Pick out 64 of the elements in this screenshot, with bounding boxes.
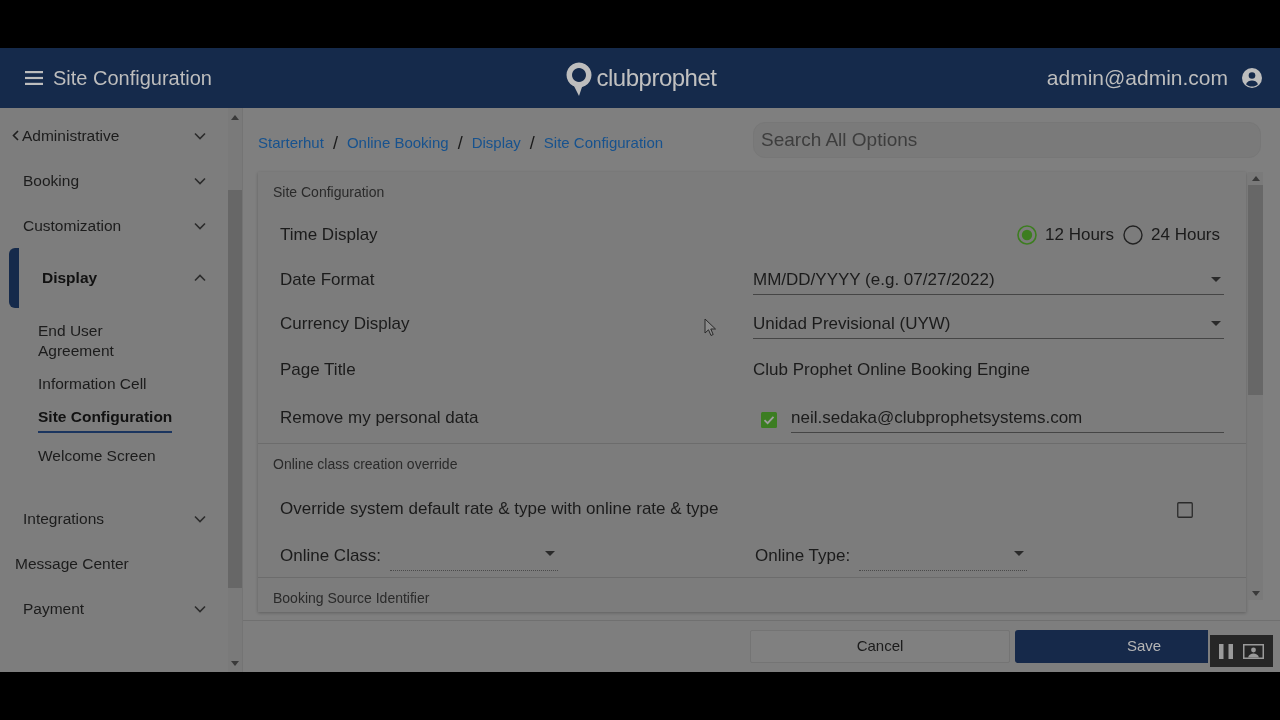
chevron-down-icon[interactable] (194, 176, 206, 185)
caret-icon[interactable] (1211, 321, 1221, 326)
field-label: Time Display (280, 224, 378, 247)
chevron-left-icon[interactable] (12, 130, 19, 141)
checkbox-icon[interactable] (761, 412, 777, 428)
radio-option[interactable]: 12 Hours (1017, 222, 1114, 248)
sidebar-item[interactable]: Display (0, 248, 228, 308)
radio-icon[interactable] (1123, 225, 1143, 245)
email-input-field[interactable]: neil.sedaka@clubprophetsystems.com (791, 403, 1224, 433)
sidebar-item[interactable]: Integrations (0, 496, 228, 541)
menu-icon[interactable] (25, 71, 43, 85)
select-field[interactable]: Unidad Previsional (UYW) (753, 309, 1224, 339)
sidebar-item[interactable]: Payment (0, 586, 228, 631)
picture-icon[interactable] (1243, 643, 1264, 659)
sidebar-subitem[interactable]: Information Cell (38, 374, 147, 394)
breadcrumb-separator: / (529, 131, 535, 155)
chevron-down-icon[interactable] (194, 221, 206, 230)
user-email[interactable]: admin@admin.com (1046, 62, 1228, 94)
scroll-up-arrow-icon[interactable] (231, 115, 239, 120)
sidebar-subitem[interactable]: End User Agreement (38, 321, 114, 361)
section-title: Online class creation override (273, 454, 458, 474)
chevron-down-icon[interactable] (194, 131, 206, 140)
sidebar-subitem[interactable]: Welcome Screen (38, 446, 156, 466)
caret-icon[interactable] (1014, 550, 1025, 556)
cancel-button[interactable]: Cancel (750, 630, 1010, 663)
breadcrumb-separator: / (457, 131, 463, 155)
scrollbar-thumb[interactable] (1248, 185, 1263, 395)
scroll-up-arrow-icon[interactable] (1251, 176, 1260, 181)
pause-icon[interactable] (1219, 643, 1233, 659)
field-label: Remove my personal data (280, 407, 479, 430)
field-label: Page Title (280, 358, 356, 381)
sidebar-item[interactable]: Customization (0, 203, 228, 248)
radio-option[interactable]: 24 Hours (1123, 222, 1220, 248)
field-label: Date Format (280, 269, 375, 292)
mouse-cursor-icon (704, 318, 717, 337)
section-title: Booking Source Identifier (273, 588, 430, 608)
scrollbar-thumb[interactable] (228, 190, 242, 588)
chevron-down-icon[interactable] (194, 604, 206, 613)
field-label: Online Type: (755, 544, 851, 567)
scroll-down-arrow-icon[interactable] (1251, 591, 1260, 596)
active-indicator (9, 248, 19, 308)
select-field[interactable]: MM/DD/YYYY (e.g. 07/27/2022) (753, 265, 1224, 295)
field-label: Online Class: (280, 544, 382, 567)
page-heading: Site Configuration (53, 66, 212, 91)
chevron-up-icon[interactable] (194, 274, 206, 282)
chevron-down-icon[interactable] (194, 514, 206, 523)
search-field[interactable]: Search All Options (753, 122, 1261, 158)
sidebar-item[interactable]: Message Center (0, 541, 228, 586)
caret-icon[interactable] (545, 550, 556, 556)
sidebar-subitem[interactable]: Site Configuration (38, 407, 173, 433)
checkbox-icon[interactable] (1177, 502, 1193, 518)
breadcrumb-separator: / (332, 131, 338, 155)
logo-text: clubprophet (596, 63, 717, 93)
field-value: Club Prophet Online Booking Engine (753, 358, 1030, 381)
sidebar-item[interactable]: Booking (0, 158, 228, 203)
field-label: Currency Display (280, 313, 410, 336)
radio-icon[interactable] (1017, 225, 1038, 245)
save-button[interactable]: Save (1015, 630, 1208, 663)
sidebar-item[interactable]: Administrative (0, 113, 228, 158)
scroll-down-arrow-icon[interactable] (231, 661, 239, 666)
field-label: Override system default rate & type with online rate & type (280, 498, 719, 521)
caret-icon[interactable] (1211, 277, 1221, 282)
section-title: Site Configuration (273, 182, 385, 202)
user-account-icon[interactable] (1242, 68, 1262, 88)
